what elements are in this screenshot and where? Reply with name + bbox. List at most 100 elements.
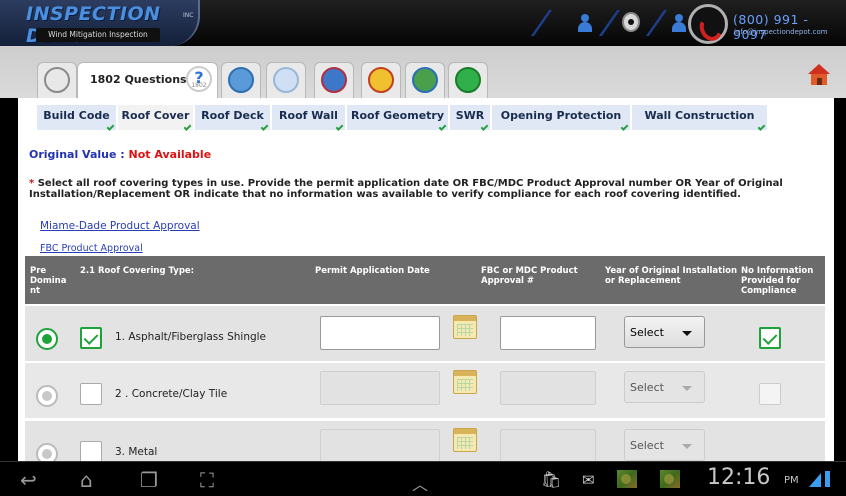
calendar-icon[interactable] — [453, 370, 477, 394]
permit-date-input[interactable] — [320, 371, 440, 405]
recent-apps-icon[interactable]: ❐ — [140, 468, 158, 492]
tab-1802-questions[interactable]: 1802 Questions ? 1802 — [77, 62, 218, 99]
fbc-link[interactable]: FBC Product Approval — [40, 243, 143, 254]
predominant-radio[interactable] — [36, 328, 58, 350]
instructions-text: Select all roof covering types in use. P… — [29, 178, 783, 200]
chat-icon — [273, 66, 299, 93]
roof-type-checkbox[interactable] — [80, 327, 102, 349]
subtab-roof-deck[interactable]: Roof Deck — [195, 105, 271, 131]
roof-type-label: 3. Metal — [115, 446, 158, 458]
app-window: INSPECTION DEPOT INC Wind Mitigation Ins… — [0, 0, 846, 496]
phone-icon — [688, 4, 728, 44]
tagline: Wind Mitigation Inspection — [36, 28, 160, 42]
calendar-icon[interactable] — [453, 315, 477, 339]
check-icon — [480, 123, 489, 131]
no-info-checkbox[interactable] — [759, 327, 781, 349]
header-phone: (800) 991 - 9097 — [733, 12, 809, 42]
original-value-label: Original Value : — [29, 148, 125, 161]
product-approval-input[interactable] — [500, 316, 596, 350]
tab-agents[interactable] — [314, 62, 354, 98]
col-approval: FBC or MDC Product Approval # — [481, 266, 578, 286]
logo-suffix: INC — [183, 12, 194, 19]
year-select[interactable]: Select — [624, 316, 705, 348]
tab-comments[interactable] — [266, 62, 306, 98]
pencil-icon — [228, 66, 254, 93]
roof-type-label: 2 . Concrete/Clay Tile — [115, 388, 228, 400]
battery-icon — [825, 471, 830, 487]
roof-type-checkbox[interactable] — [80, 441, 102, 461]
col-predominant: Pre Domina nt — [30, 266, 67, 296]
people-icon — [321, 66, 347, 93]
screenshot-icon[interactable]: ⛶ — [200, 468, 214, 492]
back-icon[interactable]: ↩ — [20, 468, 37, 492]
question-badge-count: 1802 — [191, 82, 207, 89]
roof-type-label: 1. Asphalt/Fiberglass Shingle — [115, 331, 267, 343]
check-icon — [620, 123, 629, 131]
home-icon[interactable] — [808, 64, 830, 86]
logo-panel: INSPECTION DEPOT INC Wind Mitigation Ins… — [0, 0, 200, 47]
form-panel: Build Code Roof Cover Roof Deck Roof Wal… — [18, 98, 834, 461]
chevron-down-icon — [682, 331, 692, 336]
tab-1802-questions-label: 1802 Questions — [90, 73, 187, 86]
home-nav-icon[interactable]: ⌂ — [80, 468, 93, 492]
no-info-checkbox[interactable] — [759, 383, 781, 405]
tab-documents[interactable] — [221, 62, 261, 98]
globe-icon — [412, 66, 438, 93]
permit-date-input[interactable] — [320, 429, 440, 461]
calendar-icon[interactable] — [453, 428, 477, 452]
chevron-down-icon — [682, 444, 692, 449]
subtab-swr[interactable]: SWR — [450, 105, 491, 131]
miami-dade-link[interactable]: Miame-Dade Product Approval — [40, 220, 200, 232]
mail-icon: ✉ — [582, 471, 595, 489]
subtab-roof-wall[interactable]: Roof Wall — [272, 105, 346, 131]
required-marker: * — [29, 178, 35, 189]
clock-ampm: PM — [784, 475, 799, 486]
shopping-bag-icon: 🛍 — [541, 470, 562, 489]
webcam-icon — [622, 12, 640, 32]
subtab-opening-protection[interactable]: Opening Protection — [492, 105, 631, 131]
table-row: 3. Metal Select — [25, 421, 825, 461]
instructions: * Select all roof covering types in use.… — [29, 178, 819, 200]
tab-next[interactable] — [448, 62, 488, 98]
col-roof-covering-type: 2.1 Roof Covering Type: — [80, 266, 195, 276]
user-icon — [44, 66, 70, 93]
table-row: 1. Asphalt/Fiberglass Shingle Select — [25, 306, 825, 361]
subtab-roof-geometry[interactable]: Roof Geometry — [347, 105, 449, 131]
subtab-build-code[interactable]: Build Code — [37, 105, 117, 131]
permit-date-input[interactable] — [320, 316, 440, 350]
product-approval-input[interactable] — [500, 429, 596, 461]
col-no-info: No Information Provided for Compliance — [741, 266, 814, 296]
subtab-wall-construction[interactable]: Wall Construction — [632, 105, 768, 131]
col-year: Year of Original Installation or Replace… — [605, 266, 738, 286]
notification-thumbnail-icon — [617, 470, 637, 488]
arrow-right-icon — [455, 66, 481, 93]
chevron-down-icon — [682, 386, 692, 391]
check-icon — [438, 123, 447, 131]
tab-profile[interactable] — [37, 62, 77, 98]
primary-tab-bar: 1802 Questions ? 1802 — [0, 46, 846, 99]
header-stripe — [530, 10, 553, 36]
header-stripe — [598, 10, 621, 36]
original-value-text: Not Available — [128, 148, 212, 161]
chevron-up-icon[interactable]: ︿ — [412, 471, 428, 495]
predominant-radio[interactable] — [36, 385, 58, 407]
wifi-signal-icon — [809, 473, 821, 487]
predominant-radio[interactable] — [36, 443, 58, 461]
tab-alerts[interactable] — [361, 62, 401, 98]
person-icon — [672, 14, 686, 32]
year-select[interactable]: Select — [624, 429, 705, 461]
product-approval-input[interactable] — [500, 371, 596, 405]
question-icon: ? 1802 — [186, 66, 212, 92]
tab-web[interactable] — [405, 62, 445, 98]
table-row: 2 . Concrete/Clay Tile Select — [25, 363, 825, 418]
system-nav-bar: ↩ ⌂ ❐ ⛶ ︿ 🛍 ✉ 12:16 PM — [0, 461, 846, 496]
header-stripe — [645, 10, 668, 36]
year-select[interactable]: Select — [624, 371, 705, 403]
person-icon — [578, 14, 592, 32]
check-icon — [183, 123, 192, 131]
subtab-roof-cover[interactable]: Roof Cover — [118, 105, 194, 131]
clock: 12:16 — [707, 465, 771, 490]
roof-type-checkbox[interactable] — [80, 383, 102, 405]
header-email: info@inspectiondepot.com — [734, 28, 828, 36]
check-icon — [106, 123, 115, 131]
